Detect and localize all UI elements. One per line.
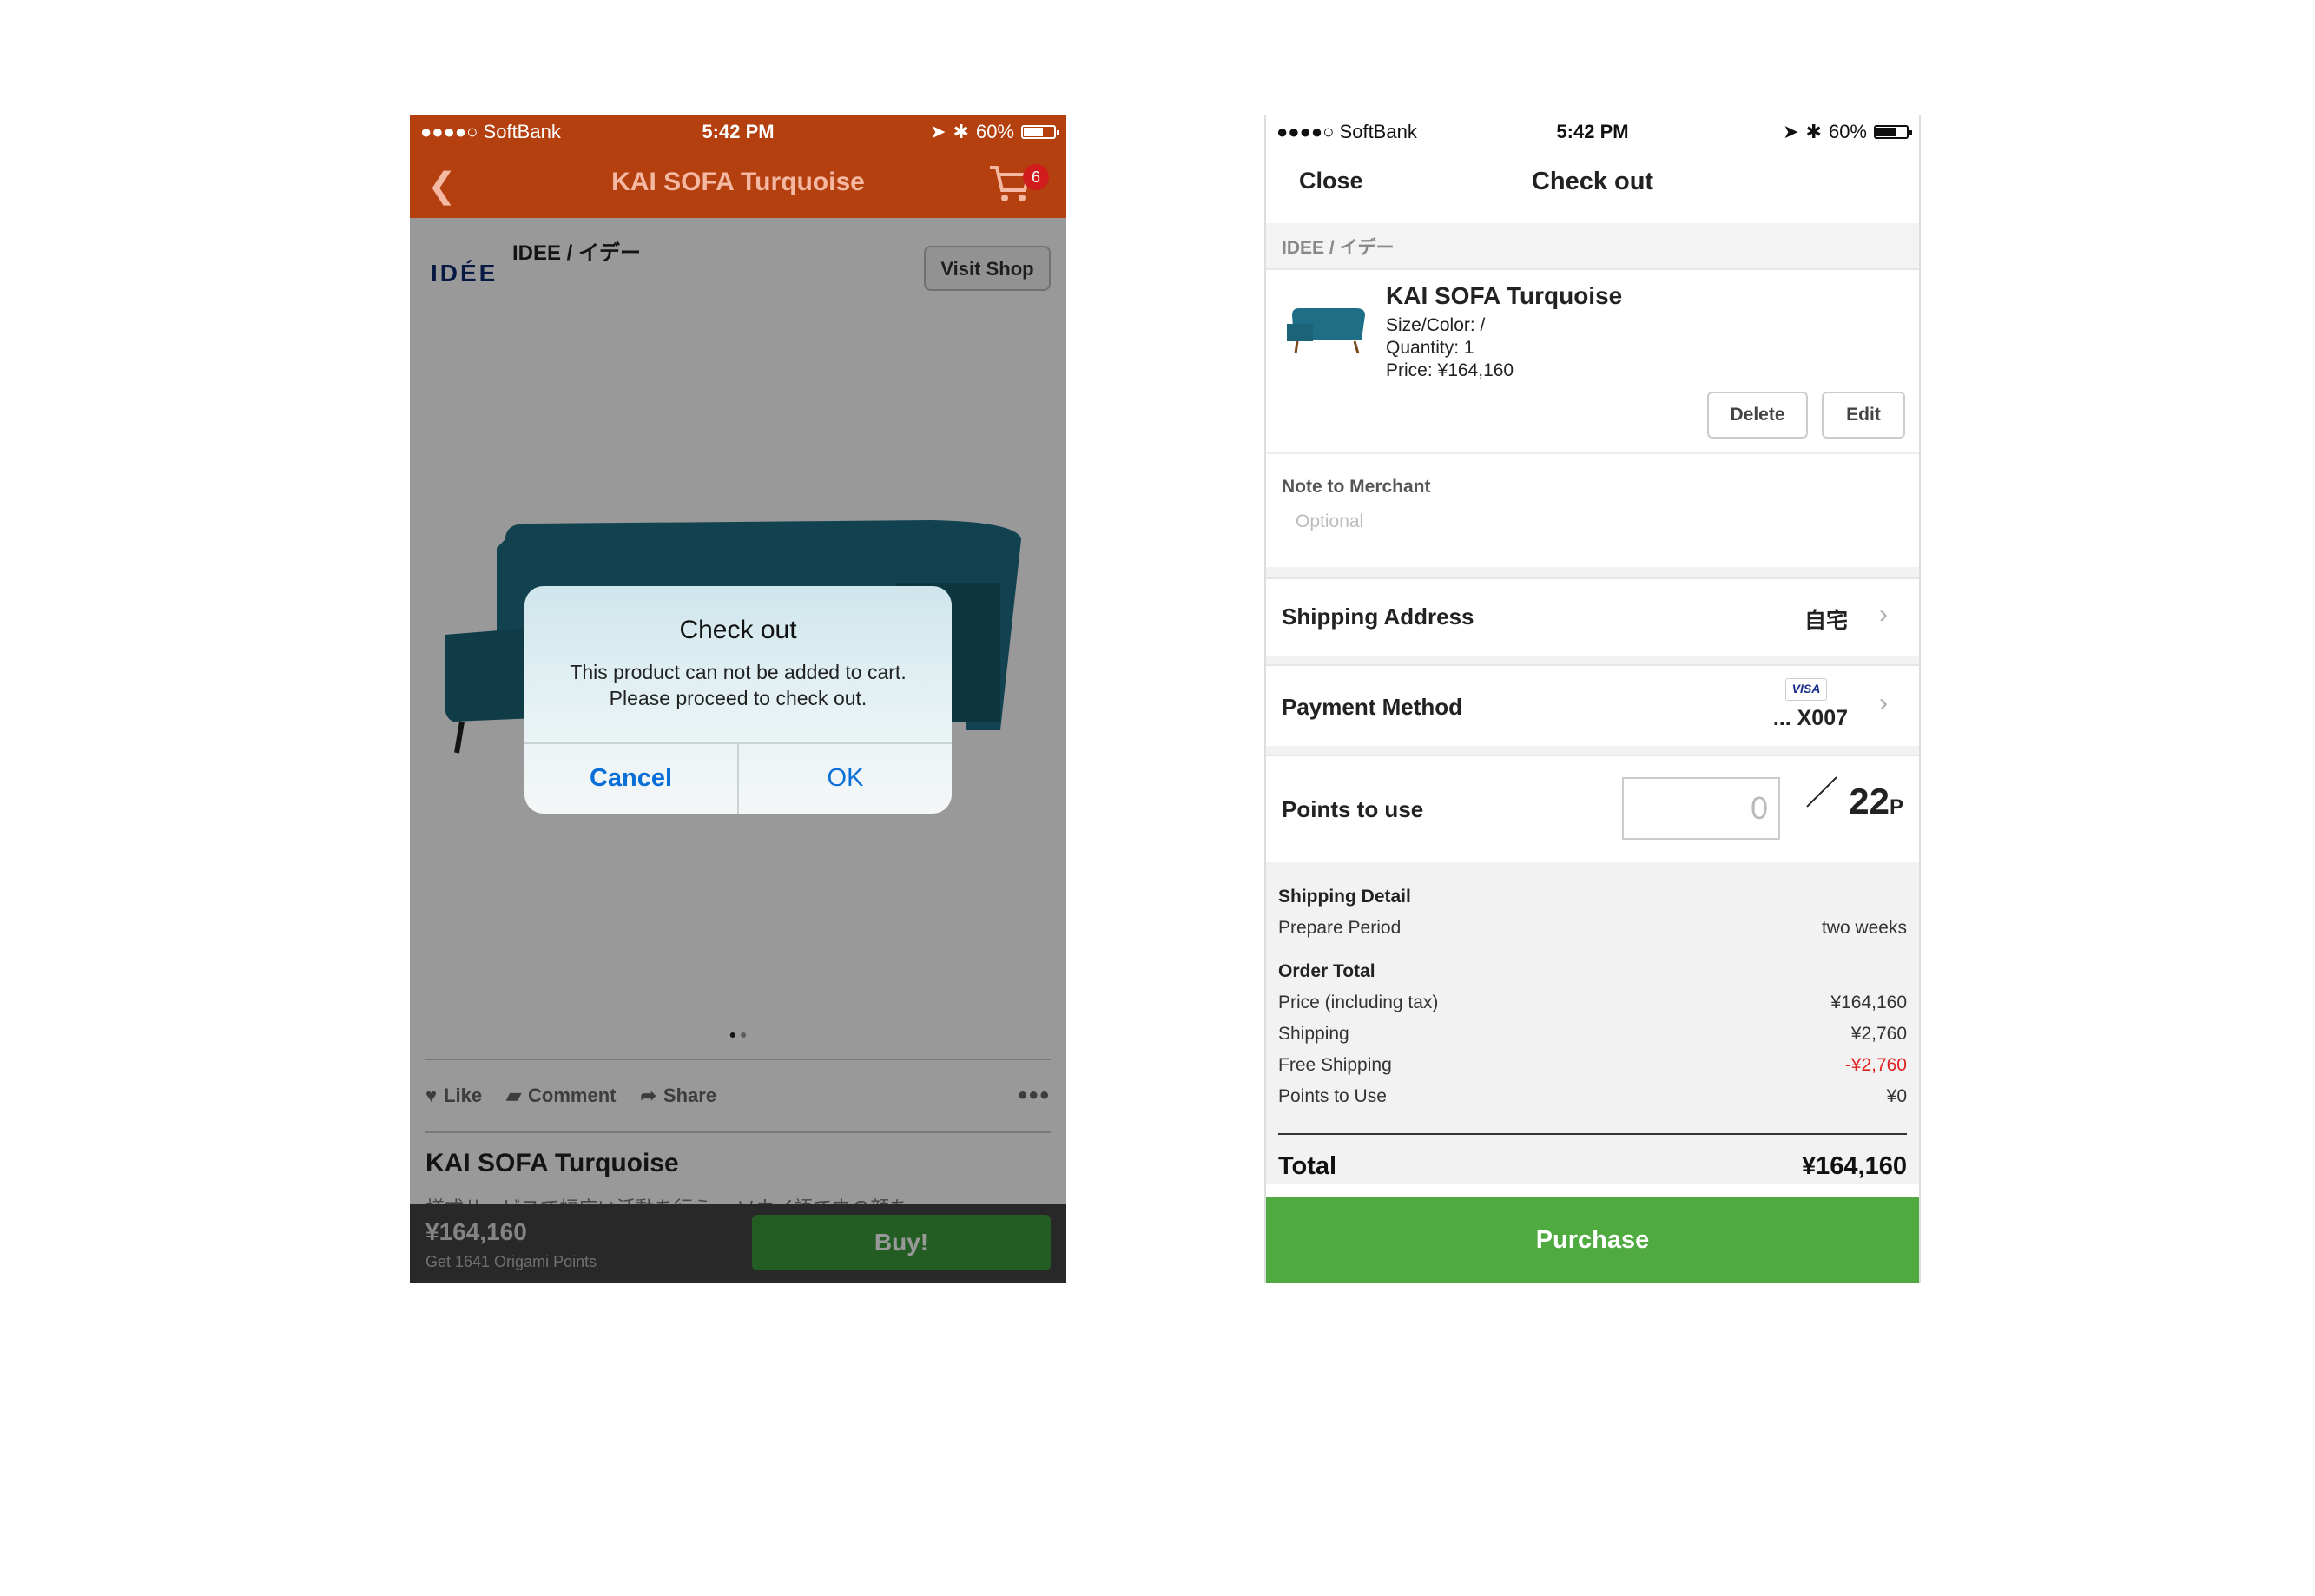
price-line: Price (including tax) ¥164,160 [1278, 993, 1907, 1013]
checkout-screen: ●●●●○ SoftBank 5:42 PM ➤ ✱ 60% Close Che… [1264, 115, 1921, 1283]
purchase-button[interactable]: Purchase [1266, 1197, 1919, 1283]
cart-badge: 6 [1023, 164, 1049, 190]
battery-percent: 60% [975, 121, 1014, 142]
total-divider [1278, 1133, 1907, 1135]
location-icon: ➤ [1783, 121, 1799, 142]
chevron-right-icon: › [1879, 600, 1888, 629]
shipping-address-row[interactable]: Shipping Address 自宅 › [1266, 577, 1919, 657]
alert-message-line1: This product can not be added to cart. [570, 661, 907, 683]
note-input[interactable]: Optional [1296, 511, 1363, 532]
status-right: ➤ ✱ 60% [1783, 121, 1912, 143]
line-label: Points to Use [1278, 1086, 1387, 1106]
points-available-value: 22 [1849, 781, 1890, 821]
line-value: ¥0 [1886, 1086, 1907, 1106]
battery-icon [1021, 125, 1059, 139]
product-screen: ●●●●○ SoftBank 5:42 PM ➤ ✱ 60% ❮ KAI SOF… [410, 115, 1066, 1283]
status-bar: ●●●●○ SoftBank 5:42 PM ➤ ✱ 60% [1266, 115, 1919, 148]
shipping-address-value: 自宅 [1804, 609, 1848, 633]
alert-cancel-button[interactable]: Cancel [524, 744, 739, 814]
page-title: KAI SOFA Turquoise [611, 168, 865, 196]
note-section: Note to Merchant Optional [1266, 454, 1919, 569]
item-price: Price: ¥164,160 [1386, 360, 1514, 380]
line-value-discount: -¥2,760 [1844, 1055, 1907, 1075]
battery-icon [1874, 125, 1912, 139]
visa-card-icon: VISA [1785, 678, 1827, 701]
shipping-detail-heading: Shipping Detail [1278, 887, 1411, 907]
points-row: Points to use 0 22P [1266, 755, 1919, 866]
total-line: Total ¥164,160 [1278, 1152, 1907, 1181]
points-unit: P [1889, 795, 1903, 819]
alert-message: This product can not be added to cart. P… [542, 659, 934, 711]
points-label: Points to use [1282, 796, 1424, 822]
item-size-color: Size/Color: / [1386, 315, 1486, 335]
note-label: Note to Merchant [1282, 477, 1431, 497]
points-input[interactable]: 0 [1622, 777, 1780, 840]
status-right: ➤ ✱ 60% [930, 121, 1059, 143]
product-header: ●●●●○ SoftBank 5:42 PM ➤ ✱ 60% ❮ KAI SOF… [410, 115, 1066, 218]
alert-buttons: Cancel OK [524, 742, 952, 814]
bluetooth-icon: ✱ [953, 121, 969, 142]
checkout-nav: Close Check out [1266, 148, 1919, 225]
shop-name: IDEE / イデー [1282, 238, 1395, 258]
bluetooth-icon: ✱ [1805, 121, 1822, 142]
cart-item: KAI SOFA Turquoise Size/Color: / Quantit… [1266, 270, 1919, 454]
item-name: KAI SOFA Turquoise [1386, 282, 1623, 309]
shipping-address-label: Shipping Address [1282, 603, 1474, 630]
battery-percent: 60% [1828, 121, 1867, 142]
payment-method-value: ... X007 [1772, 706, 1848, 730]
delete-button[interactable]: Delete [1707, 392, 1808, 439]
points-available: 22P [1849, 781, 1903, 822]
payment-method-label: Payment Method [1282, 694, 1463, 720]
line-label: Free Shipping [1278, 1055, 1392, 1075]
payment-method-row[interactable]: Payment Method VISA ... X007 › [1266, 664, 1919, 748]
points-used-line: Points to Use ¥0 [1278, 1086, 1907, 1107]
line-value: ¥2,760 [1850, 1024, 1907, 1044]
line-label: Shipping [1278, 1024, 1349, 1044]
item-quantity: Quantity: 1 [1386, 338, 1474, 358]
prepare-period-line: Prepare Period two weeks [1278, 918, 1907, 939]
total-label: Total [1278, 1152, 1337, 1180]
order-total-heading: Order Total [1278, 961, 1375, 981]
checkout-alert: Check out This product can not be added … [524, 586, 952, 814]
alert-message-line2: Please proceed to check out. [609, 687, 867, 709]
edit-button[interactable]: Edit [1822, 392, 1905, 439]
location-icon: ➤ [930, 121, 946, 142]
alert-title: Check out [679, 616, 797, 644]
line-label: Price (including tax) [1278, 993, 1439, 1012]
total-value: ¥164,160 [1802, 1152, 1907, 1180]
shop-section-header: IDEE / イデー [1266, 223, 1919, 270]
status-bar: ●●●●○ SoftBank 5:42 PM ➤ ✱ 60% [410, 115, 1066, 148]
line-value: ¥164,160 [1830, 993, 1907, 1012]
prepare-period-value: two weeks [1821, 918, 1907, 938]
order-summary: Shipping Detail Prepare Period two weeks… [1266, 862, 1919, 1184]
shipping-line: Shipping ¥2,760 [1278, 1024, 1907, 1045]
free-shipping-line: Free Shipping -¥2,760 [1278, 1055, 1907, 1076]
item-thumbnail [1287, 308, 1365, 354]
prepare-period-label: Prepare Period [1278, 918, 1402, 938]
chevron-right-icon: › [1879, 689, 1888, 717]
points-slash [1806, 776, 1837, 808]
page-title: Check out [1531, 168, 1654, 195]
alert-ok-button[interactable]: OK [739, 744, 952, 814]
